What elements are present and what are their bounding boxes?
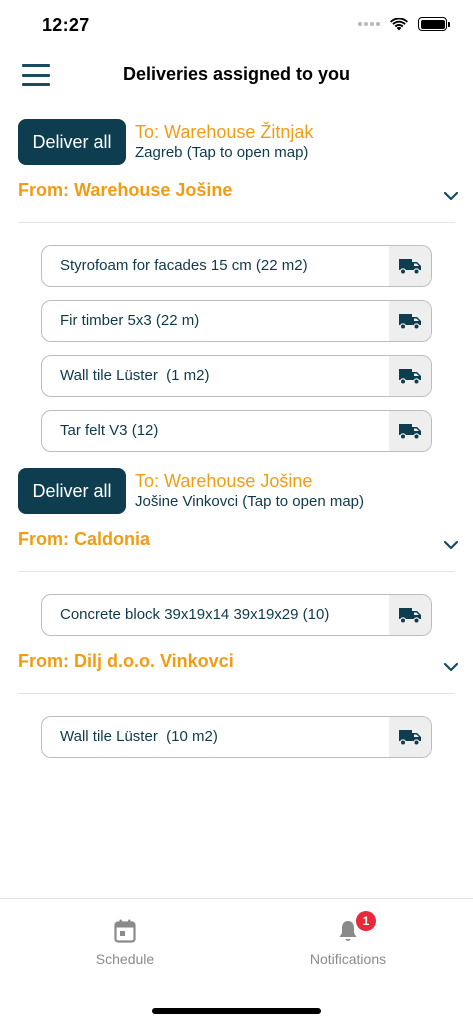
delivery-group: Deliver all To: Warehouse Žitnjak Zagreb… xyxy=(0,118,473,452)
list-item[interactable]: Styrofoam for facades 15 cm (22 m2) xyxy=(41,245,432,287)
notification-badge: 1 xyxy=(356,911,376,931)
page-title: Deliveries assigned to you xyxy=(122,64,351,84)
truck-icon[interactable] xyxy=(389,411,431,451)
tab-bar: Schedule 1 Notifications xyxy=(0,898,473,1024)
list-item[interactable]: Wall tile Lüster (10 m2) xyxy=(41,716,432,758)
destination-info: To: Warehouse Žitnjak Zagreb (Tap to ope… xyxy=(135,121,313,162)
deliver-all-button[interactable]: Deliver all xyxy=(18,468,126,514)
cellular-signal-icon xyxy=(358,22,380,26)
destination-map-link[interactable]: Zagreb (Tap to open map) xyxy=(135,143,313,162)
deliver-all-button[interactable]: Deliver all xyxy=(18,119,126,165)
item-label: Concrete block 39x19x14 39x19x29 (10) xyxy=(60,606,330,623)
status-time: 12:27 xyxy=(42,15,90,35)
source-header[interactable]: From: Caldonia xyxy=(18,527,459,572)
item-label: Fir timber 5x3 (22 m) xyxy=(60,312,200,329)
destination-row: Deliver all To: Warehouse Jošine Jošine … xyxy=(18,467,473,515)
destination-name: To: Warehouse Žitnjak xyxy=(135,122,314,142)
chevron-down-icon[interactable] xyxy=(443,661,459,673)
wifi-icon xyxy=(390,17,408,30)
status-icons xyxy=(358,17,450,31)
bell-icon: 1 xyxy=(268,911,428,945)
header: Deliveries assigned to you xyxy=(0,55,473,99)
list-item[interactable]: Concrete block 39x19x14 39x19x29 (10) xyxy=(41,594,432,636)
chevron-down-icon[interactable] xyxy=(443,190,459,202)
truck-icon[interactable] xyxy=(389,301,431,341)
calendar-icon xyxy=(45,917,205,945)
delivery-group: Deliver all To: Warehouse Jošine Jošine … xyxy=(0,467,473,758)
tab-label: Notifications xyxy=(309,951,387,967)
list-item[interactable]: Wall tile Lüster (1 m2) xyxy=(41,355,432,397)
source-name: From: Caldonia xyxy=(18,529,151,549)
deliveries-list: Deliver all To: Warehouse Žitnjak Zagreb… xyxy=(0,118,473,771)
home-indicator[interactable] xyxy=(152,1008,321,1014)
destination-map-link[interactable]: Jošine Vinkovci (Tap to open map) xyxy=(135,492,364,511)
tab-label: Schedule xyxy=(95,951,155,967)
tab-schedule[interactable]: Schedule xyxy=(45,917,205,967)
item-label: Tar felt V3 (12) xyxy=(60,422,159,439)
item-label: Styrofoam for facades 15 cm (22 m2) xyxy=(60,257,308,274)
source-header[interactable]: From: Dilj d.o.o. Vinkovci xyxy=(18,649,459,694)
truck-icon[interactable] xyxy=(389,717,431,757)
item-label: Wall tile Lüster (10 m2) xyxy=(60,728,218,745)
item-label: Wall tile Lüster (1 m2) xyxy=(60,367,210,384)
truck-icon[interactable] xyxy=(389,246,431,286)
battery-icon xyxy=(418,17,450,31)
item-list: Wall tile Lüster (10 m2) xyxy=(0,694,473,758)
item-list: Concrete block 39x19x14 39x19x29 (10) xyxy=(0,572,473,636)
truck-icon[interactable] xyxy=(389,595,431,635)
item-list: Styrofoam for facades 15 cm (22 m2) Fir … xyxy=(0,223,473,452)
source-name: From: Warehouse Jošine xyxy=(18,180,233,200)
destination-info: To: Warehouse Jošine Jošine Vinkovci (Ta… xyxy=(135,470,364,511)
source-header[interactable]: From: Warehouse Jošine xyxy=(18,178,459,223)
destination-name: To: Warehouse Jošine xyxy=(135,471,313,491)
destination-row: Deliver all To: Warehouse Žitnjak Zagreb… xyxy=(18,118,473,166)
list-item[interactable]: Tar felt V3 (12) xyxy=(41,410,432,452)
list-item[interactable]: Fir timber 5x3 (22 m) xyxy=(41,300,432,342)
tab-notifications[interactable]: 1 Notifications xyxy=(268,911,428,967)
source-name: From: Dilj d.o.o. Vinkovci xyxy=(18,651,234,671)
truck-icon[interactable] xyxy=(389,356,431,396)
status-bar: 12:27 xyxy=(0,0,473,50)
chevron-down-icon[interactable] xyxy=(443,539,459,551)
